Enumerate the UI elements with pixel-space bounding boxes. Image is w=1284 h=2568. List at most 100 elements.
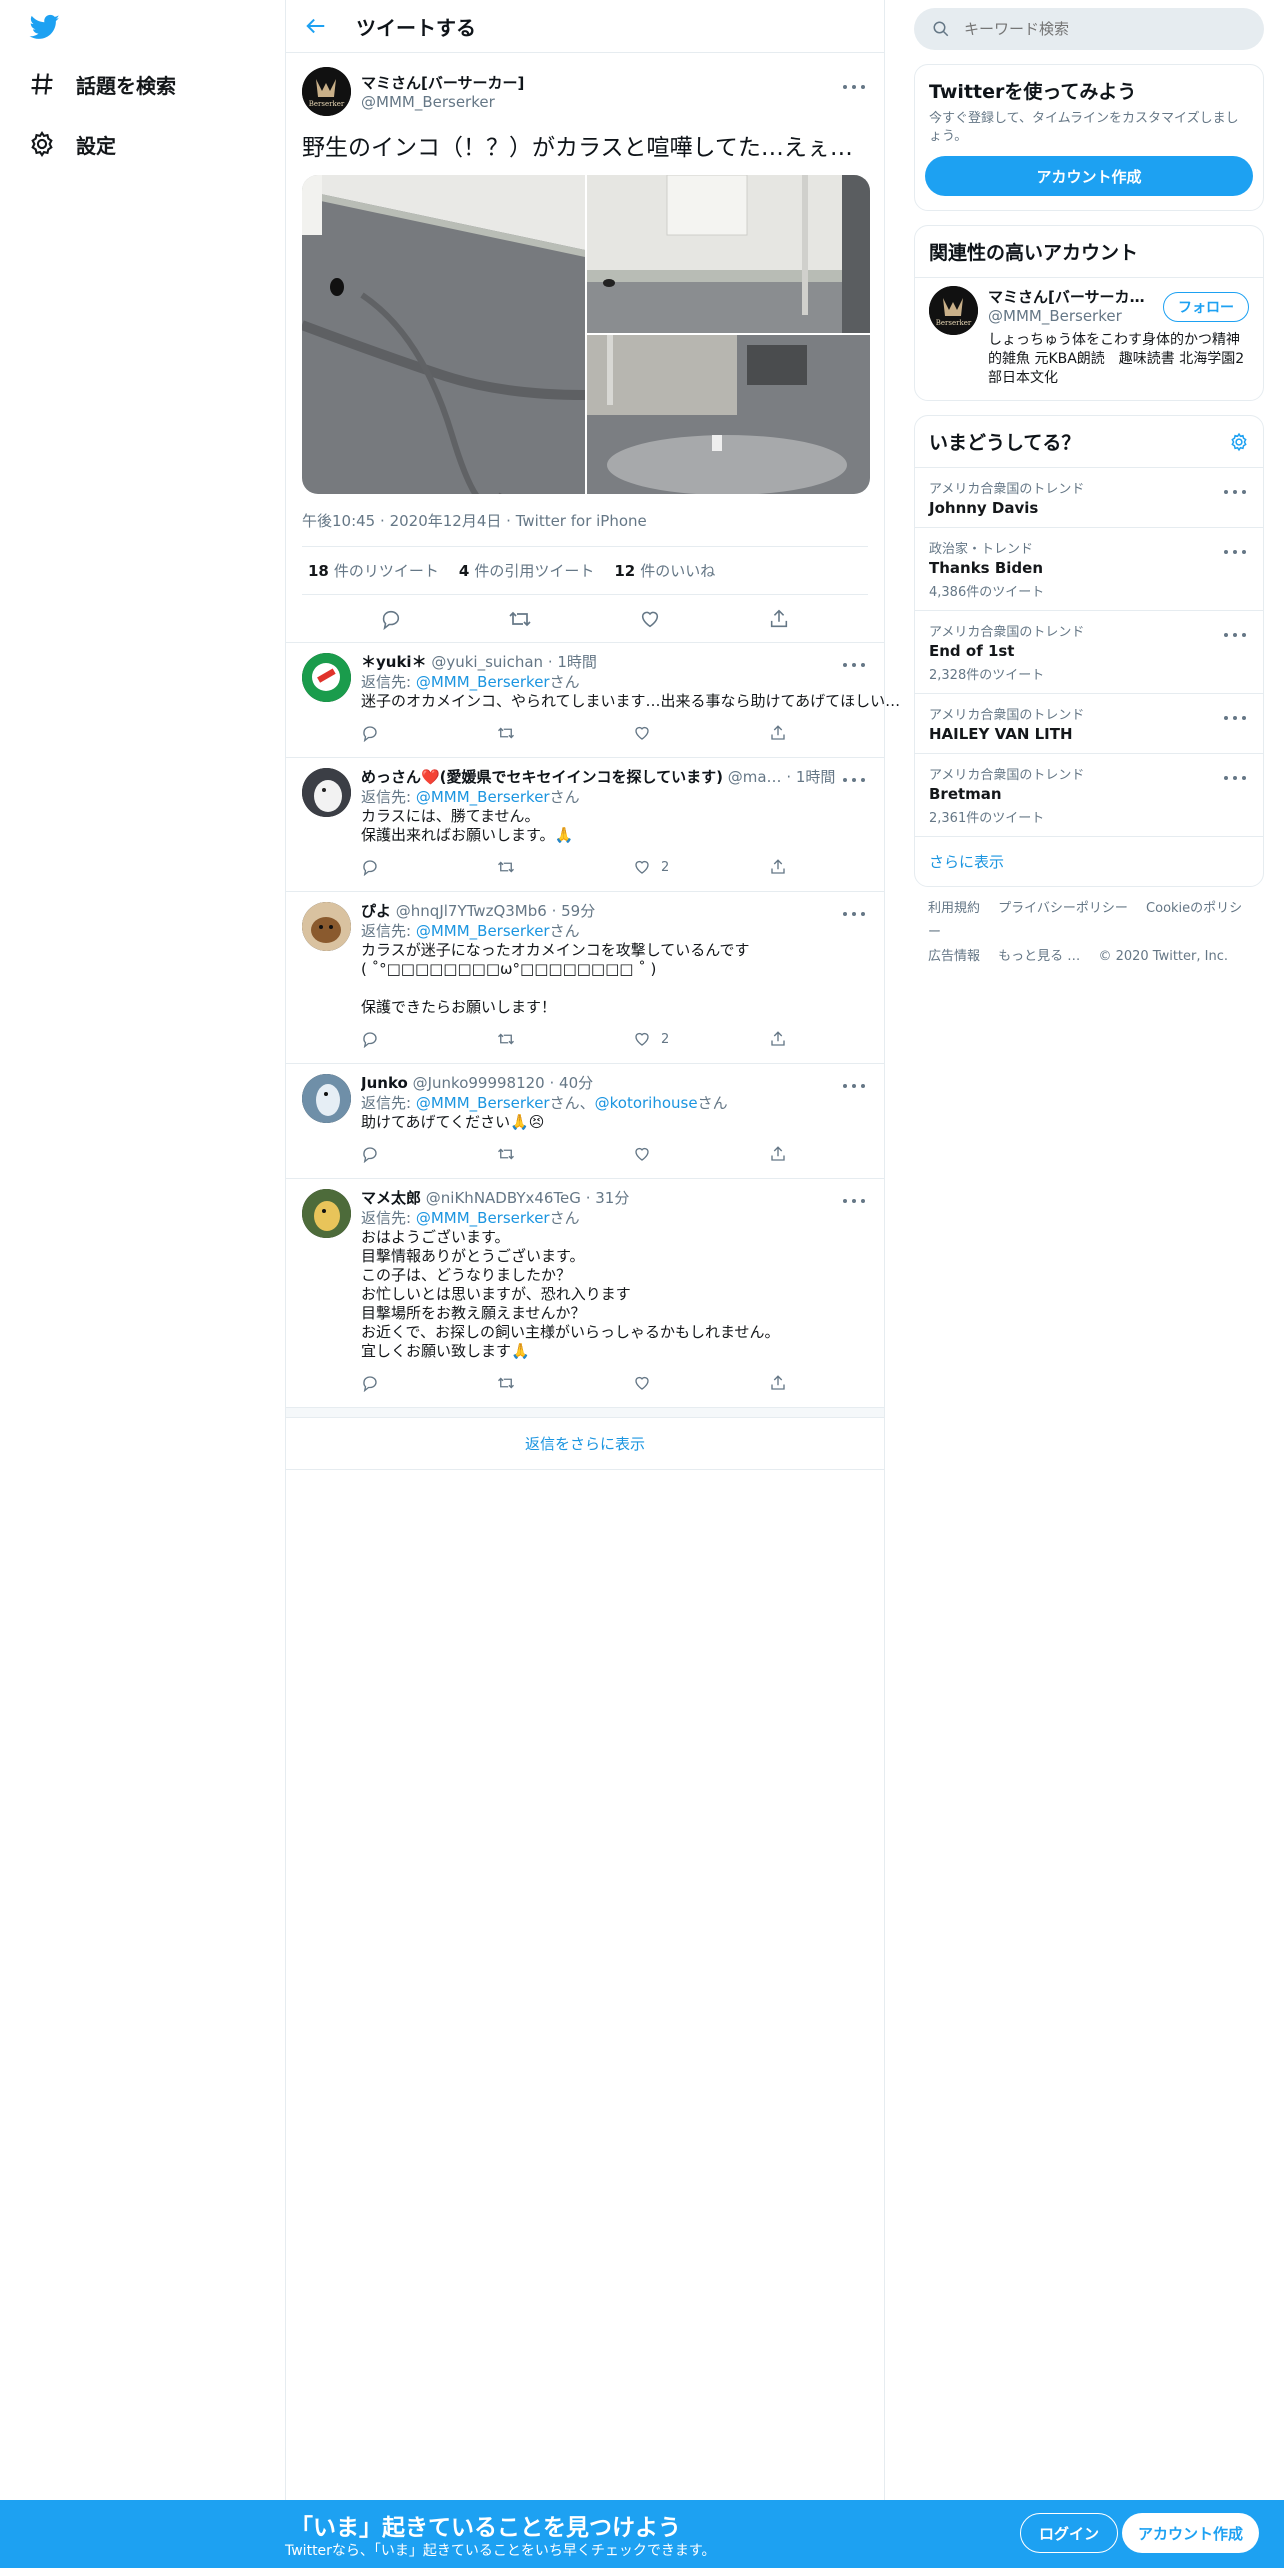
reply-time[interactable]: 59分 [561,902,595,920]
related-display-name[interactable]: マミさん[バーサーカー] [988,286,1148,307]
nav-settings[interactable]: 設定 [28,124,116,164]
reply-to-mention[interactable]: @MMM_Berserker [416,1094,550,1112]
like-icon[interactable]: 2 [633,858,769,877]
reply-time[interactable]: 31分 [595,1189,629,1207]
signup-button[interactable]: アカウント作成 [1122,2513,1260,2553]
more-options-icon[interactable] [1221,768,1249,788]
more-options-icon[interactable] [1221,625,1249,645]
retweet-count[interactable]: 18 件のリツイート [308,560,439,581]
avatar[interactable]: Berserker [929,286,978,335]
reply-time[interactable]: 1時間 [557,653,597,671]
reply-display-name[interactable]: めっさん❤️(愛媛県でセキセイインコを探しています) [361,768,723,786]
reply-username[interactable]: @hnqJl7YTwzQ3Mb6 [396,902,547,920]
avatar[interactable] [302,1074,351,1123]
reply-item[interactable]: マメ太郎 @niKhNADBYx46TeG · 31分 返信先: @MMM_Be… [286,1179,884,1408]
reply-username[interactable]: @ma… [728,768,782,786]
like-icon[interactable]: 2 [633,1030,769,1049]
reply-icon[interactable] [361,724,497,742]
author-display-name[interactable]: マミさん[バーサーカー] [361,72,524,93]
photo-2[interactable] [587,175,870,333]
reply-icon[interactable] [373,601,409,637]
reply-to-mention[interactable]: @MMM_Berserker [416,788,550,806]
reply-item[interactable]: めっさん❤️(愛媛県でセキセイインコを探しています) @ma… · 1時間 返信… [286,758,884,892]
reply-icon[interactable] [361,1374,497,1392]
reply-username[interactable]: @Junko99998120 [413,1074,545,1092]
search-box[interactable] [914,8,1264,50]
photo-3[interactable] [587,335,870,494]
trends-show-more-link[interactable]: さらに表示 [915,837,1263,886]
back-button[interactable] [296,6,336,46]
like-icon[interactable] [633,1145,769,1163]
more-options-icon[interactable] [840,1191,868,1211]
nav-explore[interactable]: 話題を検索 [28,64,176,104]
retweet-icon[interactable] [497,724,633,742]
more-options-icon[interactable] [1221,708,1249,728]
share-icon[interactable] [769,1145,905,1163]
share-icon[interactable] [761,601,797,637]
avatar[interactable]: Berserker [302,66,351,116]
like-icon[interactable] [633,724,769,742]
more-options-icon[interactable] [840,1076,868,1096]
more-options-icon[interactable] [840,770,868,790]
share-icon[interactable] [769,1030,905,1048]
retweet-icon[interactable] [497,1030,633,1048]
author-username[interactable]: @MMM_Berserker [361,93,524,111]
trend-item[interactable]: アメリカ合衆国のトレンド Bretman 2,361件のツイート [915,754,1263,837]
share-icon[interactable] [769,858,905,876]
retweet-icon[interactable] [502,601,538,637]
footer-link-more[interactable]: もっと見る … [998,949,1080,964]
like-count[interactable]: 12 件のいいね [614,560,715,581]
reply-display-name[interactable]: Junko [361,1074,408,1092]
more-options-icon[interactable] [840,655,868,675]
like-icon[interactable] [632,601,668,637]
trend-item[interactable]: アメリカ合衆国のトレンド Johnny Davis [915,468,1263,528]
quote-count[interactable]: 4 件の引用ツイート [459,560,594,581]
tweet-time[interactable]: 午後10:45 [302,512,375,530]
retweet-icon[interactable] [497,858,633,876]
retweet-icon[interactable] [497,1374,633,1392]
reply-icon[interactable] [361,1145,497,1163]
reply-item[interactable]: ＊yuki＊ @yuki_suichan · 1時間 返信先: @MMM_Ber… [286,643,900,758]
reply-username[interactable]: @niKhNADBYx46TeG [426,1189,581,1207]
gear-icon[interactable] [1229,432,1249,452]
more-options-icon[interactable] [840,904,868,924]
reply-to-mention[interactable]: @MMM_Berserker [416,922,550,940]
reply-time[interactable]: 1時間 [796,768,836,786]
trend-item[interactable]: アメリカ合衆国のトレンド End of 1st 2,328件のツイート [915,611,1263,694]
create-account-button[interactable]: アカウント作成 [925,156,1253,196]
reply-time[interactable]: 40分 [559,1074,593,1092]
more-options-icon[interactable] [1221,542,1249,562]
footer-link-ads[interactable]: 広告情報 [928,949,980,964]
avatar[interactable] [302,902,351,951]
twitter-bird-icon[interactable] [28,12,62,42]
more-options-icon[interactable] [840,77,868,97]
reply-item[interactable]: ぴよ @hnqJl7YTwzQ3Mb6 · 59分 返信先: @MMM_Bers… [286,892,884,1064]
reply-to-mention[interactable]: @MMM_Berserker [416,1209,550,1227]
reply-icon[interactable] [361,858,497,876]
tweet-source[interactable]: Twitter for iPhone [516,512,647,530]
reply-display-name[interactable]: ＊yuki＊ [361,653,427,671]
retweet-icon[interactable] [497,1145,633,1163]
reply-display-name[interactable]: ぴよ [361,902,391,920]
trend-item[interactable]: 政治家・トレンド Thanks Biden 4,386件のツイート [915,528,1263,611]
reply-to-mention-2[interactable]: @kotorihouse [595,1094,698,1112]
share-icon[interactable] [769,724,905,742]
avatar[interactable] [302,1189,351,1238]
reply-display-name[interactable]: マメ太郎 [361,1189,421,1207]
trend-item[interactable]: アメリカ合衆国のトレンド HAILEY VAN LITH [915,694,1263,754]
more-options-icon[interactable] [1221,482,1249,502]
like-icon[interactable] [633,1374,769,1392]
footer-link-privacy[interactable]: プライバシーポリシー [998,901,1128,916]
avatar[interactable] [302,653,351,702]
tweet-author[interactable]: Berserker マミさん[バーサーカー] @MMM_Berserker [302,63,868,119]
reply-username[interactable]: @yuki_suichan [431,653,543,671]
reply-icon[interactable] [361,1030,497,1048]
photo-1[interactable] [302,175,586,494]
follow-button[interactable]: フォロー [1163,292,1249,322]
tweet-date[interactable]: 2020年12月4日 [390,512,502,530]
login-button[interactable]: ログイン [1020,2513,1119,2553]
show-more-replies-button[interactable]: 返信をさらに表示 [286,1418,884,1470]
reply-item[interactable]: Junko @Junko99998120 · 40分 返信先: @MMM_Ber… [286,1064,884,1179]
avatar[interactable] [302,768,351,817]
footer-link-terms[interactable]: 利用規約 [928,901,980,916]
